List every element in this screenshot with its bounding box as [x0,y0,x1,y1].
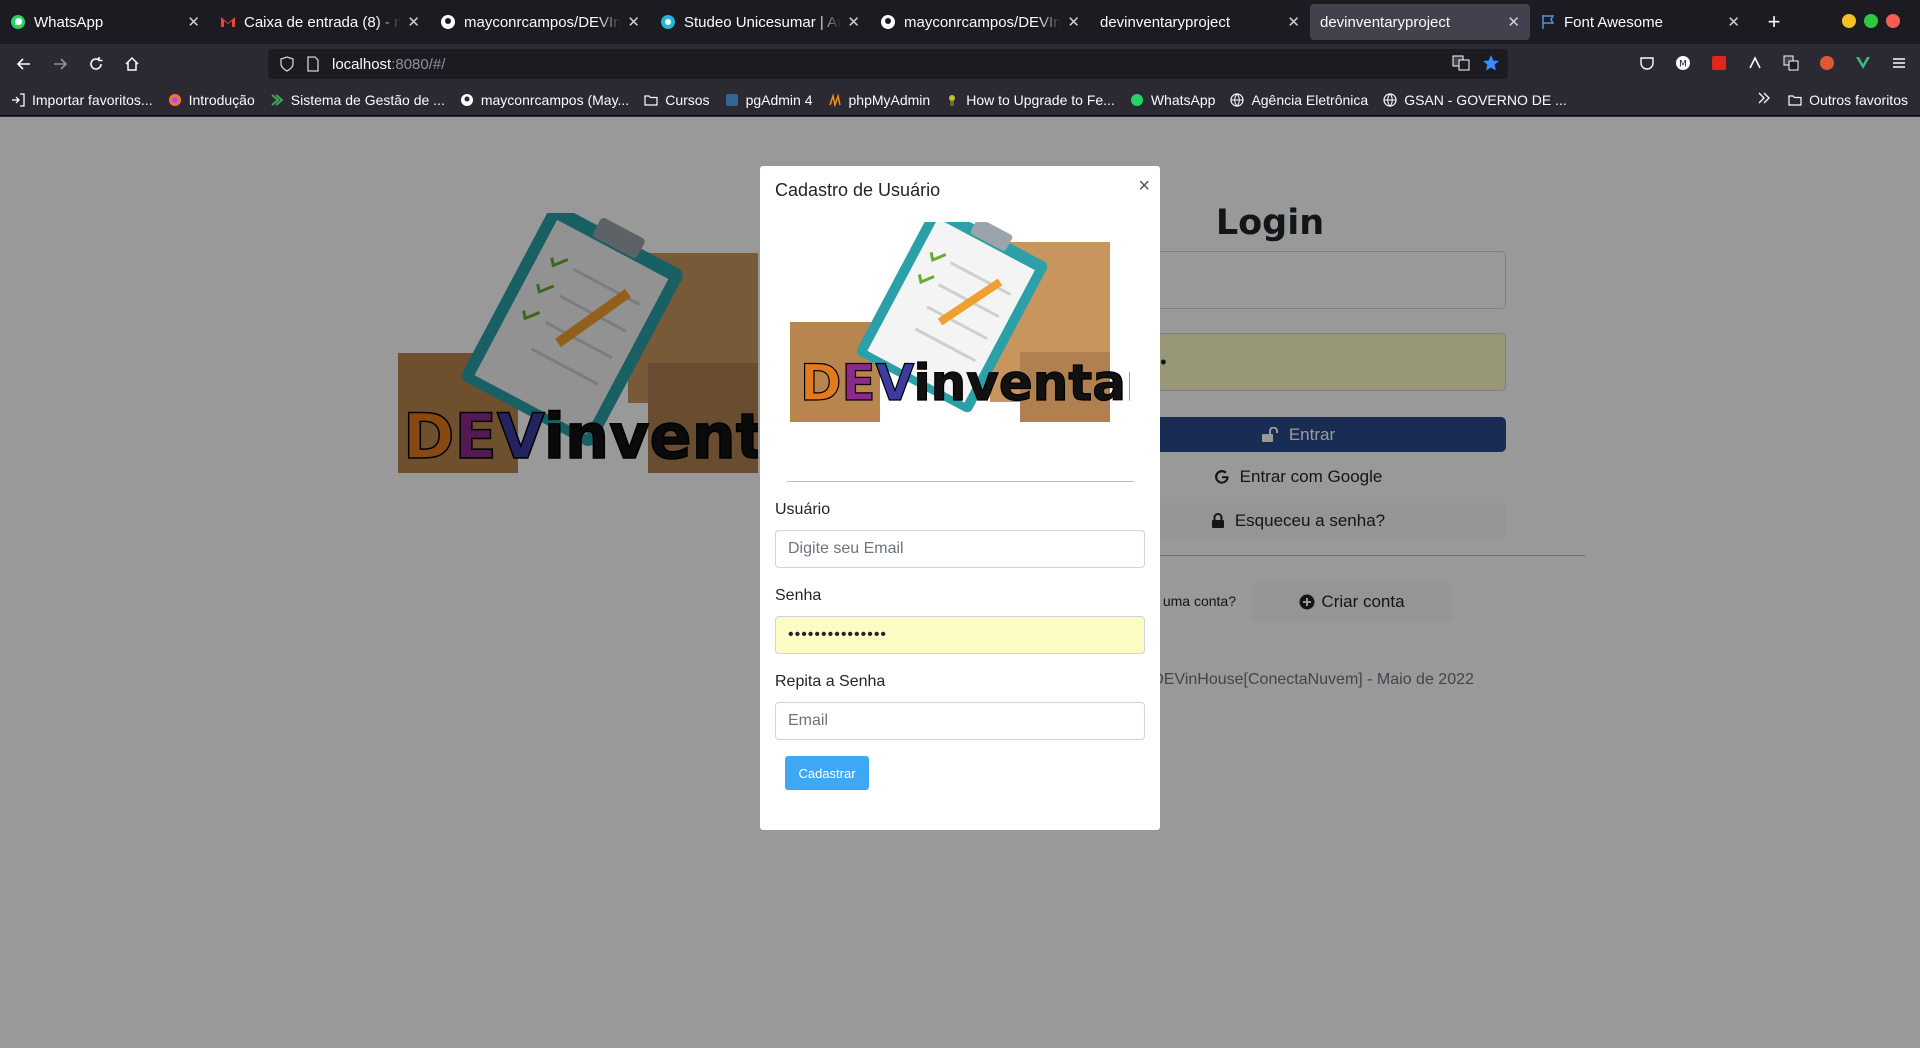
whatsapp-icon [1129,92,1145,108]
repita-senha-input[interactable]: Email [775,702,1145,740]
shield-icon [280,56,294,72]
bookmark-introducao[interactable]: Introdução [167,92,255,108]
bookmark-other-favorites[interactable]: Outros favoritos [1787,92,1908,108]
pdf-icon[interactable] [1708,52,1730,74]
studeo-icon [660,14,676,30]
tab-font-awesome[interactable]: Font Awesome ✕ [1530,4,1750,40]
folder-icon [1787,92,1803,108]
close-icon[interactable]: ✕ [187,13,200,31]
page-icon [307,56,319,72]
close-icon[interactable]: ✕ [847,13,860,31]
url-path: :8080/#/ [391,55,446,73]
close-icon[interactable]: ✕ [1727,13,1740,31]
tab-whatsapp[interactable]: WhatsApp ✕ [0,4,210,40]
register-modal: Cadastro de Usuário × DEVinventary Usuár… [760,166,1184,830]
close-icon[interactable]: ✕ [407,13,420,31]
folder-icon [643,92,659,108]
bookmark-phpmyadmin[interactable]: phpMyAdmin [827,92,930,108]
bookmark-pgadmin[interactable]: pgAdmin 4 [724,92,813,108]
github-icon [440,14,456,30]
new-tab-button[interactable]: + [1756,4,1792,40]
bookmark-cursos[interactable]: Cursos [643,92,710,108]
globe-icon [1229,92,1245,108]
globe-icon [1382,92,1398,108]
whatsapp-icon [10,14,26,30]
star-icon[interactable] [1482,54,1500,72]
pocket-icon[interactable] [1636,52,1658,74]
back-button[interactable] [6,48,42,80]
page-viewport: DEVinventa Login ••••• Entrar Entrar com… [0,117,1920,1048]
usuario-label: Usuário [775,501,831,518]
close-icon[interactable]: ✕ [627,13,640,31]
close-window-button[interactable] [1886,14,1900,28]
fedora-icon [944,92,960,108]
import-icon [10,92,26,108]
bookmark-agencia[interactable]: Agência Eletrônica [1229,92,1368,108]
svg-text:M: M [1679,60,1687,70]
bookmark-github[interactable]: mayconrcampos (May... [459,92,629,108]
reload-icon [90,57,103,70]
url-host: localhost [332,55,392,73]
close-icon[interactable]: ✕ [1287,13,1300,31]
tab-bar: WhatsApp ✕ Caixa de entrada (8) - ma ✕ m… [0,0,1920,44]
home-button[interactable] [114,48,150,80]
logo-text: DEVinventary [800,354,1130,412]
github-icon [880,14,896,30]
account-icon[interactable]: M [1672,52,1694,74]
bookmark-sistema-gestao[interactable]: Sistema de Gestão de ... [269,92,445,108]
tab-github-2[interactable]: mayconrcampos/DEVInv ✕ [870,4,1090,40]
cadastrar-button[interactable]: Cadastrar [785,756,869,790]
tab-gmail[interactable]: Caixa de entrada (8) - ma ✕ [210,4,430,40]
arrow-icon [269,92,285,108]
arrow-right-icon [54,58,68,70]
github-icon [459,92,475,108]
pgadmin-icon [724,92,740,108]
tab-github-1[interactable]: mayconrcampos/DEVInv ✕ [430,4,650,40]
tab-devinventary-active[interactable]: devinventaryproject ✕ [1310,4,1530,40]
menu-icon[interactable] [1888,52,1910,74]
devinventary-logo: DEVinventary [790,205,1184,422]
gmail-icon [220,14,236,30]
tab-studeo[interactable]: Studeo Unicesumar | Aml ✕ [650,4,870,40]
modal-title: Cadastro de Usuário [775,180,941,200]
translate-icon[interactable] [1452,54,1470,72]
chevron-double-right-icon[interactable] [1757,91,1771,108]
flag-icon [1540,14,1556,30]
modal-close-button[interactable]: × [1138,176,1150,196]
url-bar[interactable]: localhost:8080/#/ [268,49,1508,79]
vue-devtools-icon[interactable] [1852,52,1874,74]
bookmark-whatsapp[interactable]: WhatsApp [1129,92,1215,108]
close-icon[interactable]: ✕ [1067,13,1080,31]
toolbar-extensions: M [1636,52,1910,74]
minimize-button[interactable] [1842,14,1856,28]
senha-input[interactable]: ••••••••••••••• [775,616,1145,654]
bookmark-gsan[interactable]: GSAN - GOVERNO DE ... [1382,92,1567,108]
bookmark-fedora[interactable]: How to Upgrade to Fe... [944,92,1115,108]
home-icon [125,56,139,71]
reload-button[interactable] [78,48,114,80]
senha-label: Senha [775,587,822,604]
firefox-icon [167,92,183,108]
navigation-bar: localhost:8080/#/ M [0,44,1920,84]
modal-divider [787,481,1134,482]
phpmyadmin-icon [827,92,843,108]
forward-button[interactable] [42,48,78,80]
tab-devinventary-1[interactable]: devinventaryproject ✕ [1090,4,1310,40]
translate-extension-icon[interactable] [1780,52,1802,74]
extension-icon[interactable] [1744,52,1766,74]
usuario-input[interactable]: Digite seu Email [775,530,1145,568]
bookmark-import[interactable]: Importar favoritos... [10,92,153,108]
duckduckgo-icon[interactable] [1816,52,1838,74]
close-icon[interactable]: ✕ [1507,13,1520,31]
repita-senha-label: Repita a Senha [775,673,886,690]
window-controls [1842,14,1900,28]
maximize-button[interactable] [1864,14,1878,28]
arrow-left-icon [16,58,30,70]
bookmarks-toolbar: Importar favoritos... Introdução Sistema… [0,84,1920,116]
